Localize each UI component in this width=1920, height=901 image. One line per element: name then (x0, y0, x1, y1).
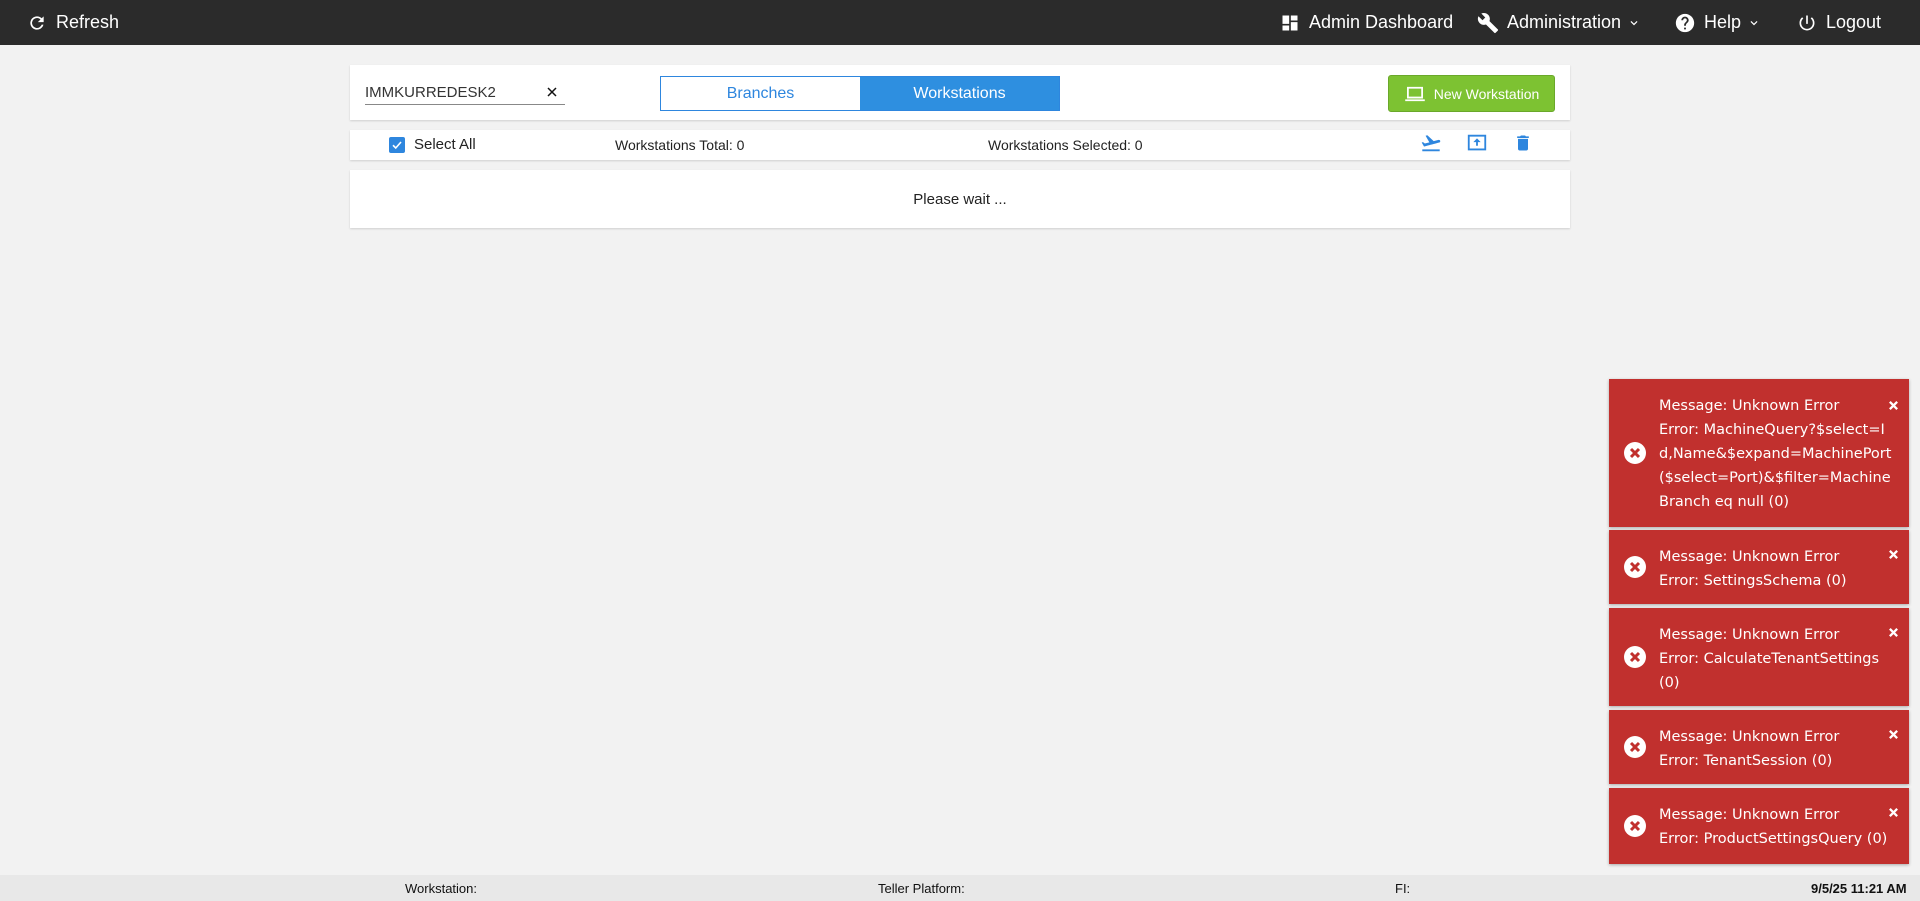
error-toast: Message: Unknown Error Error: SettingsSc… (1609, 530, 1909, 604)
close-icon[interactable] (1887, 626, 1899, 638)
chevron-down-icon (1747, 16, 1761, 30)
toast-detail: Error: MachineQuery?$select=Id,Name&$exp… (1659, 422, 1892, 510)
new-workstation-label: New Workstation (1433, 85, 1540, 102)
error-toast: Message: Unknown Error Error: ProductSet… (1609, 788, 1909, 864)
deploy-button[interactable] (1418, 133, 1444, 157)
refresh-icon (26, 12, 48, 34)
content-panel: Please wait ... (350, 170, 1570, 228)
toast-message: Message: Unknown Error Error: SettingsSc… (1659, 545, 1897, 593)
error-icon (1623, 735, 1647, 759)
toast-detail: Error: SettingsSchema (0) (1659, 573, 1847, 589)
top-nav-bar: Refresh Admin Dashboard Administration H… (0, 0, 1920, 45)
footer-fi: FI: (1395, 881, 1411, 896)
logout-button[interactable]: Logout (1796, 0, 1881, 45)
loading-text: Please wait ... (913, 190, 1007, 208)
workstations-total: Workstations Total: 0 (615, 137, 745, 153)
error-toast: Message: Unknown Error Error: MachineQue… (1609, 379, 1909, 527)
footer-datetime: 9/5/25 11:21 AM (1811, 881, 1907, 896)
toast-title: Message: Unknown Error (1659, 807, 1840, 823)
toast-message: Message: Unknown Error Error: TenantSess… (1659, 725, 1897, 773)
help-menu[interactable]: Help (1674, 0, 1761, 45)
admin-dashboard-link[interactable]: Admin Dashboard (1279, 0, 1453, 45)
upload-button[interactable] (1464, 133, 1490, 157)
error-icon (1623, 645, 1647, 669)
help-icon (1674, 12, 1696, 34)
close-icon[interactable] (1887, 548, 1899, 560)
workstations-selected: Workstations Selected: 0 (988, 137, 1143, 153)
refresh-button[interactable]: Refresh (26, 0, 119, 45)
view-tabs: Branches Workstations (660, 76, 1060, 111)
toast-detail: Error: ProductSettingsQuery (0) (1659, 831, 1888, 847)
administration-menu[interactable]: Administration (1477, 0, 1641, 45)
toast-detail: Error: TenantSession (0) (1659, 753, 1833, 769)
logout-label: Logout (1826, 12, 1882, 32)
error-icon (1623, 814, 1647, 838)
selection-bar: Select All Workstations Total: 0 Worksta… (350, 130, 1570, 160)
error-icon (1623, 441, 1647, 465)
upload-screen-icon (1465, 132, 1489, 159)
close-icon[interactable] (1887, 728, 1899, 740)
toast-title: Message: Unknown Error (1659, 627, 1840, 643)
tab-branches[interactable]: Branches (661, 77, 860, 110)
admin-dashboard-label: Admin Dashboard (1309, 12, 1454, 32)
footer-teller-platform: Teller Platform: (878, 881, 965, 896)
administration-label: Administration (1507, 12, 1622, 32)
delete-button[interactable] (1510, 133, 1536, 157)
close-icon[interactable] (1887, 399, 1899, 411)
toast-message: Message: Unknown Error Error: MachineQue… (1659, 394, 1897, 514)
select-all-toggle[interactable]: Select All (389, 136, 476, 153)
help-label: Help (1704, 12, 1742, 32)
search-input[interactable] (365, 81, 540, 103)
new-workstation-button[interactable]: New Workstation (1388, 75, 1555, 112)
toast-title: Message: Unknown Error (1659, 729, 1840, 745)
search-field (365, 81, 565, 105)
toast-message: Message: Unknown Error Error: ProductSet… (1659, 803, 1897, 851)
airplane-takeoff-icon (1419, 132, 1443, 159)
close-icon[interactable] (1887, 806, 1899, 818)
toolbar-card: Branches Workstations New Workstation (350, 65, 1570, 120)
status-bar: Workstation: Teller Platform: FI: 9/5/25… (0, 875, 1920, 901)
trash-icon (1513, 132, 1533, 159)
error-toast: Message: Unknown Error Error: CalculateT… (1609, 608, 1909, 706)
chevron-down-icon (1627, 16, 1641, 30)
clear-icon[interactable] (544, 84, 560, 100)
toast-detail: Error: CalculateTenantSettings (0) (1659, 651, 1880, 691)
toast-title: Message: Unknown Error (1659, 549, 1840, 565)
select-all-checkbox[interactable] (389, 136, 405, 153)
error-toast: Message: Unknown Error Error: TenantSess… (1609, 710, 1909, 784)
error-icon (1623, 555, 1647, 579)
wrench-icon (1477, 12, 1499, 34)
footer-workstation: Workstation: (405, 881, 478, 896)
laptop-icon (1404, 86, 1426, 102)
dashboard-icon (1279, 12, 1301, 34)
toast-message: Message: Unknown Error Error: CalculateT… (1659, 623, 1897, 695)
tab-workstations[interactable]: Workstations (860, 77, 1059, 110)
toast-title: Message: Unknown Error (1659, 398, 1840, 414)
power-icon (1796, 12, 1818, 34)
select-all-label: Select All (414, 136, 476, 153)
refresh-label: Refresh (56, 12, 120, 32)
